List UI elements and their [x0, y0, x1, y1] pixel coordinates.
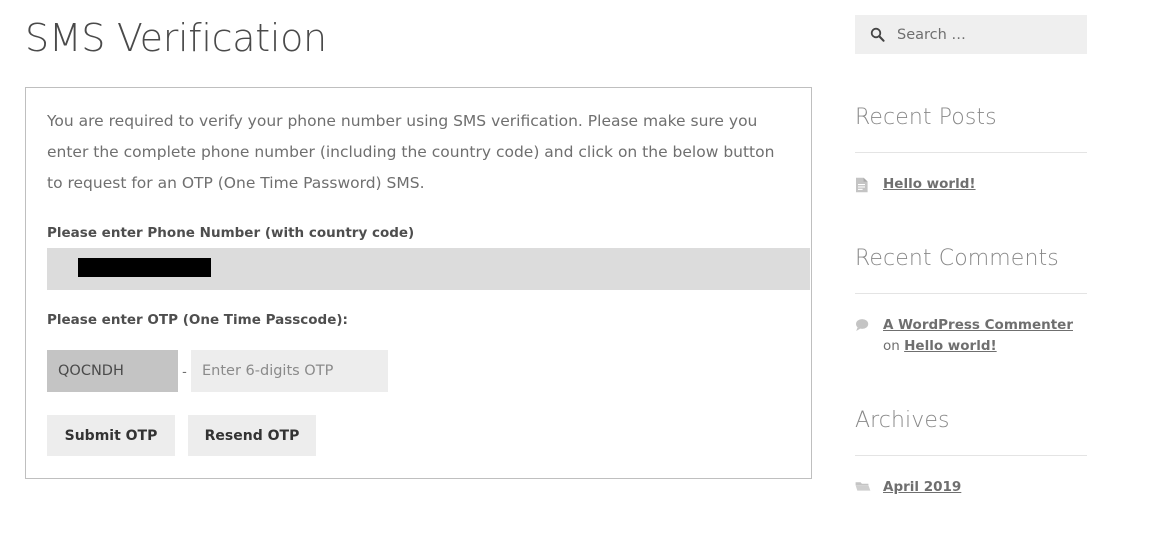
- comment-author-link[interactable]: A WordPress Commenter: [883, 317, 1073, 333]
- archives-list: April 2019: [855, 477, 1087, 498]
- widget-divider: [855, 455, 1087, 456]
- main-content: SMS Verification You are required to ver…: [25, 0, 815, 479]
- search-box[interactable]: [855, 15, 1087, 54]
- phone-number-input[interactable]: [47, 248, 810, 290]
- widget-divider: [855, 293, 1087, 294]
- folder-icon: [855, 477, 872, 493]
- page-title: SMS Verification: [25, 16, 327, 60]
- list-item: Hello world!: [855, 174, 1087, 195]
- widget-title: Archives: [855, 408, 950, 433]
- instructions-text: You are required to verify your phone nu…: [47, 112, 775, 192]
- recent-posts-list: Hello world!: [855, 174, 1087, 195]
- sidebar: Recent Posts Hello world!: [855, 0, 1087, 498]
- widget-archives: Archives April 2019: [855, 407, 1087, 498]
- list-item: April 2019: [855, 477, 1087, 498]
- widget-title: Recent Posts: [855, 105, 997, 130]
- comment-post-link[interactable]: Hello world!: [904, 338, 997, 354]
- list-item-body: A WordPress Commenter on Hello world!: [883, 315, 1087, 357]
- otp-label: Please enter OTP (One Time Passcode):: [47, 312, 348, 328]
- post-link[interactable]: Hello world!: [883, 176, 976, 192]
- redaction-bar: [78, 258, 211, 277]
- search-input[interactable]: [895, 25, 1075, 44]
- widget-divider: [855, 152, 1087, 153]
- recent-comments-list: A WordPress Commenter on Hello world!: [855, 315, 1087, 357]
- submit-otp-button[interactable]: Submit OTP: [47, 415, 175, 456]
- otp-input[interactable]: [191, 350, 388, 392]
- widget-recent-comments: Recent Comments A WordPress Commenter on…: [855, 245, 1087, 357]
- otp-separator: -: [182, 363, 187, 379]
- widget-recent-posts: Recent Posts Hello world!: [855, 104, 1087, 195]
- resend-otp-button[interactable]: Resend OTP: [188, 415, 316, 456]
- page-root: SMS Verification You are required to ver…: [0, 0, 1167, 546]
- form-actions: Submit OTP Resend OTP: [47, 415, 789, 456]
- archive-link[interactable]: April 2019: [883, 479, 961, 495]
- phone-number-label: Please enter Phone Number (with country …: [47, 225, 415, 241]
- search-icon: [870, 27, 885, 42]
- document-icon: [855, 174, 872, 193]
- list-item-body: Hello world!: [883, 174, 1087, 195]
- list-item: A WordPress Commenter on Hello world!: [855, 315, 1087, 357]
- otp-row: QOCNDH -: [47, 350, 789, 392]
- widget-title: Recent Comments: [855, 246, 1059, 271]
- comment-separator: on: [883, 338, 905, 354]
- otp-prefix-field: QOCNDH: [47, 350, 178, 392]
- list-item-body: April 2019: [883, 477, 1087, 498]
- sms-verification-form: You are required to verify your phone nu…: [25, 87, 812, 479]
- comment-icon: [855, 315, 872, 332]
